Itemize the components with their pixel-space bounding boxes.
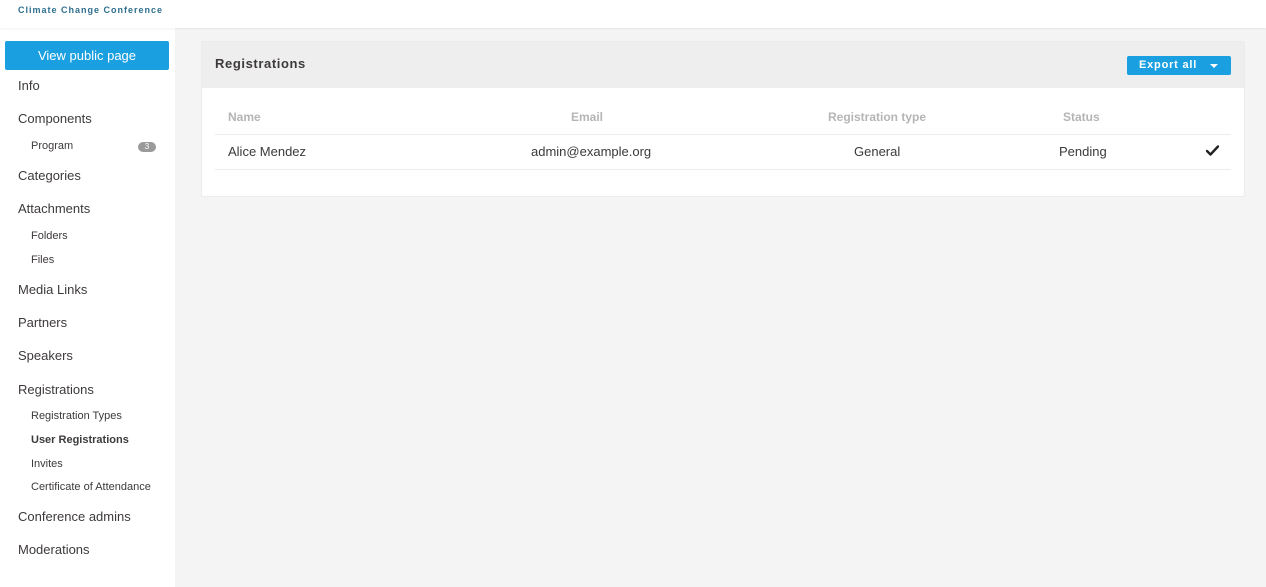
sidebar-item-info[interactable]: Info bbox=[18, 78, 40, 93]
column-header-registration-type[interactable]: Registration type bbox=[828, 110, 926, 124]
sidebar-item-conference-admins[interactable]: Conference admins bbox=[18, 509, 131, 524]
export-all-button[interactable]: Export all bbox=[1127, 56, 1231, 75]
sidebar-item-invites[interactable]: Invites bbox=[31, 458, 63, 470]
row-divider bbox=[215, 169, 1231, 170]
sidebar-item-folders[interactable]: Folders bbox=[31, 230, 68, 242]
sidebar-item-partners[interactable]: Partners bbox=[18, 315, 67, 330]
cell-email: admin@example.org bbox=[531, 144, 652, 159]
view-public-page-button[interactable]: View public page bbox=[5, 41, 169, 70]
sidebar-item-moderations[interactable]: Moderations bbox=[18, 542, 90, 557]
column-header-name[interactable]: Name bbox=[228, 110, 261, 124]
sidebar: View public page Info Components Program… bbox=[0, 28, 175, 587]
cell-name: Alice Mendez bbox=[228, 144, 307, 159]
conference-title[interactable]: Climate Change Conference bbox=[18, 5, 163, 15]
sidebar-item-speakers[interactable]: Speakers bbox=[18, 348, 73, 363]
sidebar-item-categories[interactable]: Categories bbox=[18, 168, 81, 183]
export-all-label: Export all bbox=[1139, 59, 1198, 71]
check-icon[interactable] bbox=[1206, 145, 1219, 156]
program-count-badge: 3 bbox=[138, 142, 156, 152]
panel-header: Registrations Export all bbox=[202, 42, 1244, 88]
top-bar: Climate Change Conference bbox=[0, 0, 1266, 28]
sidebar-item-user-registrations[interactable]: User Registrations bbox=[31, 434, 129, 446]
sidebar-item-attachments[interactable]: Attachments bbox=[18, 201, 90, 216]
registrations-panel: Registrations Export all Name Email Regi… bbox=[201, 41, 1245, 197]
cell-status: Pending bbox=[1059, 144, 1107, 159]
sidebar-item-components[interactable]: Components bbox=[18, 111, 92, 126]
column-header-status[interactable]: Status bbox=[1063, 110, 1100, 124]
caret-down-icon bbox=[1210, 64, 1218, 68]
sidebar-item-media-links[interactable]: Media Links bbox=[18, 282, 87, 297]
column-header-email[interactable]: Email bbox=[571, 110, 603, 124]
sidebar-item-files[interactable]: Files bbox=[31, 254, 54, 266]
panel-title: Registrations bbox=[215, 56, 306, 71]
sidebar-item-registrations[interactable]: Registrations bbox=[18, 382, 94, 397]
header-divider bbox=[215, 134, 1231, 135]
sidebar-item-certificate-of-attendance[interactable]: Certificate of Attendance bbox=[31, 481, 151, 493]
cell-registration-type: General bbox=[854, 144, 901, 159]
sidebar-item-registration-types[interactable]: Registration Types bbox=[31, 410, 122, 422]
sidebar-item-program[interactable]: Program bbox=[31, 140, 73, 152]
